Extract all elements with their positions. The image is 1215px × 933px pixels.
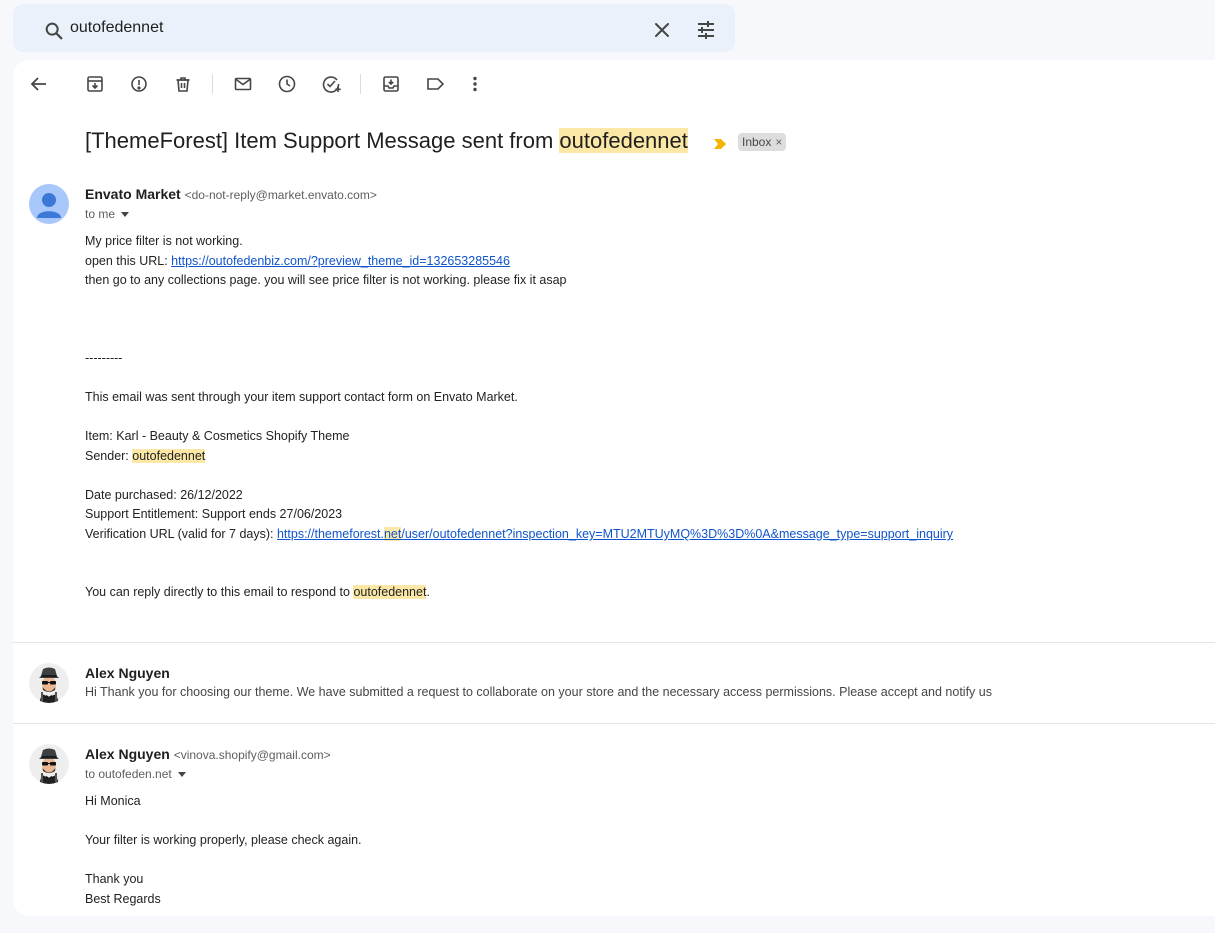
recipient-dropdown[interactable]: to outofeden.net	[85, 767, 186, 781]
toolbar-divider	[212, 74, 213, 94]
move-to-icon[interactable]	[379, 72, 403, 96]
message-view: [ThemeForest] Item Support Message sent …	[13, 60, 1215, 916]
tune-icon[interactable]	[694, 18, 718, 42]
body-line: open this URL: https://outofedenbiz.com/…	[85, 254, 510, 268]
body-line: Hi Monica	[85, 794, 141, 808]
close-icon[interactable]	[650, 18, 674, 42]
sender-name[interactable]: Alex Nguyen	[85, 746, 170, 762]
sender-email: <vinova.shopify@gmail.com>	[173, 748, 331, 762]
sender-line: Envato Market <do-not-reply@market.envat…	[85, 186, 377, 202]
body-line: Your filter is working properly, please …	[85, 833, 362, 847]
sender-line: Alex Nguyen <vinova.shopify@gmail.com>	[85, 746, 331, 762]
recipient-text: to outofeden.net	[85, 767, 172, 781]
search-highlight: outofedennet	[559, 128, 688, 153]
add-task-icon[interactable]	[319, 72, 343, 96]
body-line: Thank you	[85, 872, 144, 886]
body-line: My price filter is not working.	[85, 234, 243, 248]
body-line: Support Entitlement: Support ends 27/06/…	[85, 507, 343, 521]
mark-unread-icon[interactable]	[231, 72, 255, 96]
label-text: Inbox	[742, 135, 772, 149]
remove-label-button[interactable]: ×	[775, 135, 782, 149]
archive-icon[interactable]	[83, 72, 107, 96]
body-line: You can reply directly to this email to …	[85, 585, 430, 599]
email-subject: [ThemeForest] Item Support Message sent …	[85, 128, 688, 153]
toolbar-divider	[360, 74, 361, 94]
chevron-down-icon	[121, 212, 130, 218]
search-bar[interactable]: outofedennet	[13, 4, 735, 52]
body-line: Date purchased: 26/12/2022	[85, 488, 243, 502]
message-snippet[interactable]: Hi Thank you for choosing our theme. We …	[85, 685, 992, 699]
body-line: then go to any collections page. you wil…	[85, 273, 567, 287]
snooze-icon[interactable]	[275, 72, 299, 96]
sender-name[interactable]: Alex Nguyen	[85, 665, 170, 681]
message-divider	[13, 723, 1215, 724]
preview-link[interactable]: https://outofedenbiz.com/?preview_theme_…	[171, 254, 510, 268]
search-highlight: outofedennet	[132, 449, 206, 463]
sender-line: Alex Nguyen	[85, 665, 170, 681]
avatar[interactable]	[29, 663, 69, 703]
recipient-text: to me	[85, 207, 116, 221]
chevron-down-icon	[177, 772, 186, 778]
avatar[interactable]	[29, 744, 69, 784]
inbox-label-chip: Inbox ×	[738, 133, 787, 151]
sender-name[interactable]: Envato Market	[85, 186, 181, 202]
recipient-dropdown[interactable]: to me	[85, 207, 130, 221]
label-icon[interactable]	[423, 72, 447, 96]
back-arrow-icon[interactable]	[27, 72, 51, 96]
body-line: Best Regards	[85, 892, 161, 906]
avatar[interactable]	[29, 184, 69, 224]
report-spam-icon[interactable]	[127, 72, 151, 96]
verification-link[interactable]: https://themeforest.net/user/outofedenne…	[277, 527, 953, 541]
message-divider	[13, 642, 1215, 643]
body-line: This email was sent through your item su…	[85, 390, 518, 404]
delete-icon[interactable]	[171, 72, 195, 96]
body-line: Sender: outofedennet	[85, 449, 206, 463]
search-icon[interactable]	[43, 20, 65, 42]
body-line: Item: Karl - Beauty & Cosmetics Shopify …	[85, 429, 350, 443]
body-line: Verification URL (valid for 7 days): htt…	[85, 527, 954, 541]
search-highlight: outofedennet	[353, 585, 427, 599]
sender-email: <do-not-reply@market.envato.com>	[184, 188, 377, 202]
importance-marker-icon[interactable]	[714, 136, 727, 154]
body-separator: ---------	[85, 351, 123, 365]
more-vert-icon[interactable]	[463, 72, 487, 96]
search-input[interactable]: outofedennet	[70, 19, 163, 37]
